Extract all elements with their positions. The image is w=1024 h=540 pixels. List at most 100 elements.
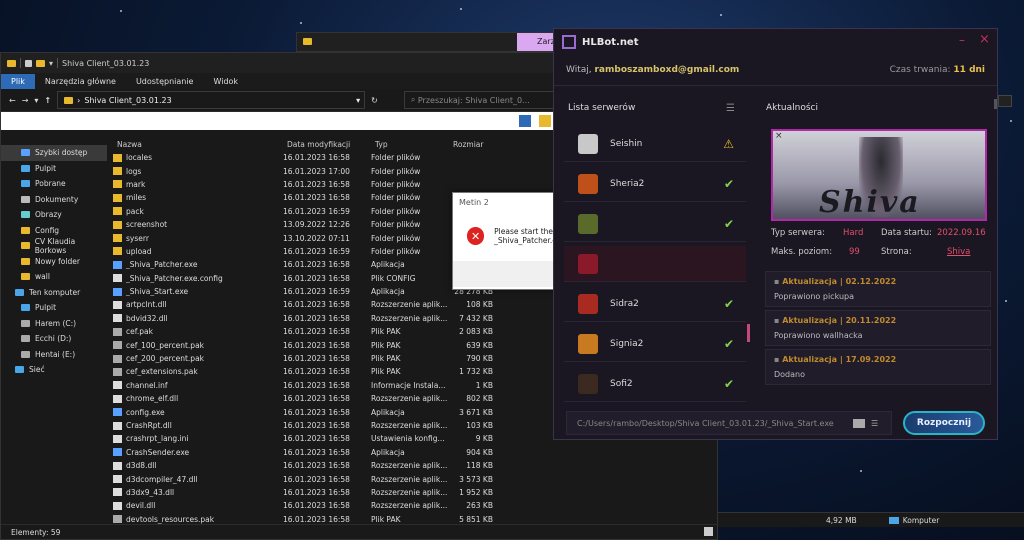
- file-type: Folder plików: [371, 206, 421, 216]
- nav-pictures[interactable]: Obrazy: [1, 207, 107, 223]
- file-row[interactable]: d3dx9_43.dll 16.01.2023 16:58 Rozszerzenie…: [113, 486, 503, 499]
- nav-downloads[interactable]: Pobrane: [1, 176, 107, 192]
- file-row[interactable]: screenshot 13.09.2022 12:26 Folder plików: [113, 218, 503, 231]
- list-icon[interactable]: ☰: [871, 419, 878, 428]
- file-row[interactable]: pack 16.01.2023 16:59 Folder plików: [113, 205, 503, 218]
- close-icon[interactable]: ×: [979, 32, 990, 47]
- nav-new-folder[interactable]: Nowy folder: [1, 254, 107, 270]
- server-row[interactable]: [564, 246, 746, 282]
- up-arrow-icon[interactable]: ↑: [44, 96, 51, 105]
- file-row[interactable]: CrashRpt.dll 16.01.2023 16:58 Rozszerzenie…: [113, 419, 503, 432]
- server-row[interactable]: ✔: [564, 206, 746, 242]
- new-folder-icon[interactable]: [36, 59, 45, 67]
- file-row[interactable]: _Shiva_Patcher.exe 16.01.2023 16:58 Aplika…: [113, 258, 503, 271]
- update-title: Aktualizacja | 17.09.2022: [782, 355, 897, 364]
- address-field[interactable]: › Shiva Client_03.01.23 ▾: [57, 91, 366, 109]
- server-row[interactable]: Sidra2 ✔: [564, 286, 746, 322]
- nav-desktop[interactable]: Pulpit: [1, 161, 107, 177]
- large-icons-view-icon[interactable]: [539, 115, 551, 127]
- refresh-icon[interactable]: ↻: [371, 96, 378, 105]
- dropdown-icon[interactable]: ▾: [49, 59, 53, 68]
- server-list-scrollbar[interactable]: [747, 324, 750, 342]
- site-link[interactable]: Shiva: [947, 247, 970, 257]
- breadcrumb[interactable]: Shiva Client_03.01.23: [84, 96, 171, 105]
- file-row[interactable]: cef_200_percent.pak 16.01.2023 16:58 Plik …: [113, 352, 503, 365]
- file-row[interactable]: d3d8.dll 16.01.2023 16:58 Rozszerzenie apl…: [113, 459, 503, 472]
- back-arrow-icon[interactable]: ←: [9, 96, 16, 105]
- nav-documents[interactable]: Dokumenty: [1, 192, 107, 208]
- file-date: 16.01.2023 16:58: [283, 354, 350, 364]
- file-row[interactable]: channel.inf 16.01.2023 16:58 Informacje In…: [113, 379, 503, 392]
- minimize-icon[interactable]: –: [959, 33, 965, 47]
- file-row[interactable]: mark 16.01.2023 16:58 Folder plików: [113, 178, 503, 191]
- details-view-icon[interactable]: [519, 115, 531, 127]
- update-item: ▪ Aktualizacja | 20.11.2022 Poprawiono w…: [765, 310, 991, 346]
- browse-folder-icon[interactable]: [853, 418, 865, 428]
- file-row[interactable]: devil.dll 16.01.2023 16:58 Rozszerzenie ap…: [113, 499, 503, 512]
- file-row[interactable]: locales 16.01.2023 16:58 Folder plików: [113, 151, 503, 164]
- nav-this-pc[interactable]: Ten komputer: [1, 285, 107, 301]
- start-button[interactable]: Rozpocznij: [903, 411, 985, 435]
- file-row[interactable]: CrashSender.exe 16.01.2023 16:58 Aplikacja…: [113, 446, 503, 459]
- scrollbar-thumb[interactable]: [994, 99, 997, 109]
- background-tab[interactable]: Zarz: [517, 33, 557, 51]
- file-row[interactable]: artpclnt.dll 16.01.2023 16:58 Rozszerzenie…: [113, 298, 503, 311]
- nav-cv[interactable]: CV Klaudia Borkows: [1, 237, 107, 255]
- properties-icon[interactable]: [25, 59, 32, 67]
- file-row[interactable]: chrome_elf.dll 16.01.2023 16:58 Rozszerzen…: [113, 392, 503, 405]
- file-row[interactable]: config.exe 16.01.2023 16:58 Aplikacja 3 671…: [113, 405, 503, 418]
- tab-file[interactable]: Plik: [1, 73, 35, 89]
- background-window-control[interactable]: [998, 95, 1012, 107]
- server-name: Sidra2: [610, 298, 639, 309]
- file-type: Rozszerzenie aplik...: [371, 421, 448, 430]
- nav-network[interactable]: Sieć: [1, 362, 107, 378]
- file-row[interactable]: upload 16.01.2023 16:59 Folder plików: [113, 245, 503, 258]
- nav-wall[interactable]: wall: [1, 269, 107, 285]
- nav-quick-access[interactable]: Szybki dostęp: [1, 145, 107, 161]
- nav-drive-c[interactable]: Harem (C:): [1, 316, 107, 332]
- file-row[interactable]: crashrpt_lang.ini 16.01.2023 16:58 Ustawie…: [113, 432, 503, 445]
- file-size: 790 KB: [466, 354, 493, 364]
- menu-icon[interactable]: ☰: [726, 103, 735, 114]
- server-row[interactable]: Signia2 ✔: [564, 326, 746, 362]
- file-row[interactable]: cef.pak 16.01.2023 16:58 Plik PAK 2 083 KB: [113, 325, 503, 338]
- file-row[interactable]: logs 16.01.2023 17:00 Folder plików: [113, 164, 503, 177]
- client-path-input[interactable]: C:/Users/rambo/Desktop/Shiva Client_03.0…: [566, 411, 892, 435]
- file-icon: [113, 501, 122, 510]
- tab-home[interactable]: Narzędzia główne: [35, 74, 126, 89]
- server-logo-icon: [578, 253, 598, 274]
- file-row[interactable]: _Shiva_Start.exe 16.01.2023 16:59 Aplikacj…: [113, 285, 503, 298]
- tab-view[interactable]: Widok: [203, 74, 248, 89]
- hlbot-titlebar[interactable]: HLBot.net – ×: [554, 29, 997, 57]
- column-date[interactable]: Data modyfikacji: [287, 140, 375, 149]
- file-date: 16.01.2023 16:58: [283, 434, 350, 444]
- hlbot-logo-icon: [562, 35, 576, 49]
- nav-drive-d[interactable]: Ecchi (D:): [1, 331, 107, 347]
- nav-config[interactable]: Config: [1, 223, 107, 239]
- column-type[interactable]: Typ: [375, 140, 453, 149]
- recent-dropdown-icon[interactable]: ▾: [34, 96, 38, 105]
- address-dropdown-icon[interactable]: ▾: [356, 96, 364, 105]
- welcome-label: Witaj,: [566, 65, 592, 75]
- file-row[interactable]: cef_100_percent.pak 16.01.2023 16:58 Plik …: [113, 338, 503, 351]
- file-row[interactable]: cef_extensions.pak 16.01.2023 16:58 Plik P…: [113, 365, 503, 378]
- file-row[interactable]: d3dcompiler_47.dll 16.01.2023 16:58 Rozsze…: [113, 472, 503, 485]
- details-toggle-icon[interactable]: [704, 527, 713, 536]
- column-size[interactable]: Rozmiar: [453, 140, 497, 149]
- column-name[interactable]: Nazwa: [113, 140, 287, 149]
- file-row[interactable]: bdvid32.dll 16.01.2023 16:58 Rozszerzenie …: [113, 312, 503, 325]
- file-row[interactable]: _Shiva_Patcher.exe.config 16.01.2023 16:5…: [113, 272, 503, 285]
- nav-drive-e[interactable]: Hentai (E:): [1, 347, 107, 363]
- file-date: 16.01.2023 16:58: [283, 300, 350, 310]
- file-row[interactable]: syserr 13.10.2022 07:11 Folder plików: [113, 231, 503, 244]
- nav-pc-desktop[interactable]: Pulpit: [1, 300, 107, 316]
- forward-arrow-icon[interactable]: →: [22, 96, 29, 105]
- server-row[interactable]: Seishin ⚠: [564, 126, 746, 162]
- client-path-value: C:/Users/rambo/Desktop/Shiva Client_03.0…: [577, 418, 834, 428]
- server-row[interactable]: Sofi2 ✔: [564, 366, 746, 402]
- server-row[interactable]: Sheria2 ✔: [564, 166, 746, 202]
- file-row[interactable]: miles 16.01.2023 16:58 Folder plików: [113, 191, 503, 204]
- background-window-titlebar[interactable]: Zarz: [296, 32, 558, 52]
- tab-share[interactable]: Udostępnianie: [126, 74, 204, 89]
- banner-close-icon[interactable]: ×: [775, 131, 783, 141]
